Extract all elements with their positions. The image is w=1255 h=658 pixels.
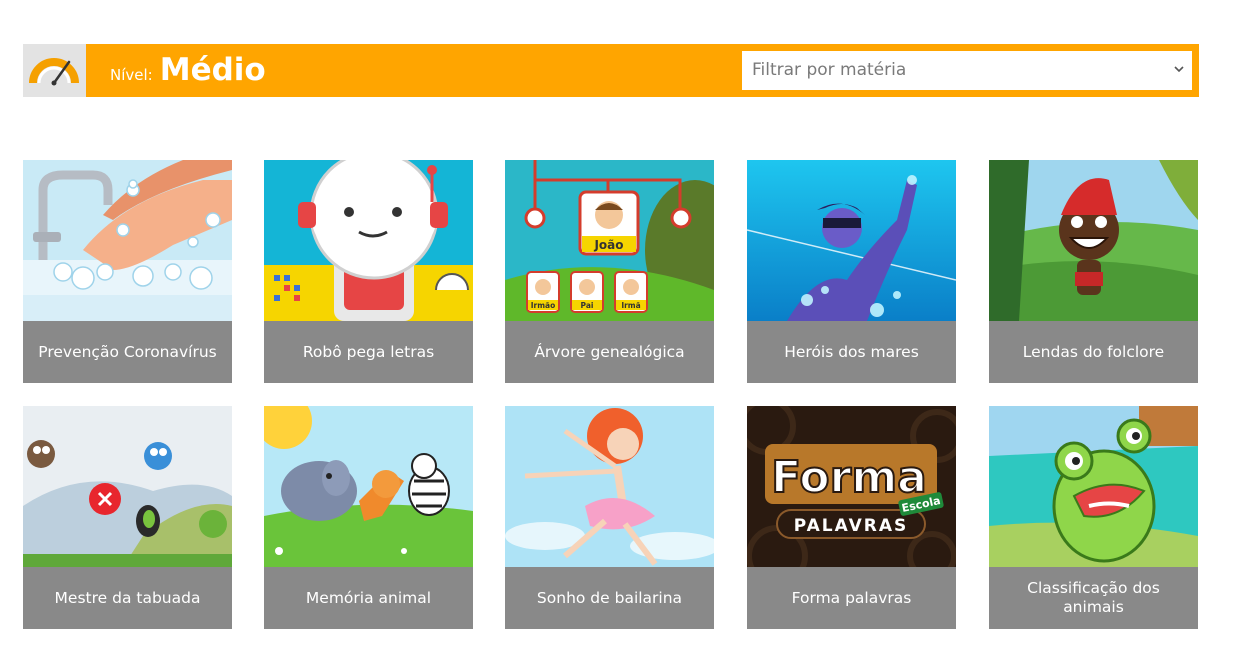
game-card-title: Lendas do folclore	[989, 321, 1198, 383]
family-tree-illustration: João Irmão Pai Irmã	[505, 160, 714, 321]
game-card-robo-pega-letras[interactable]: Robô pega letras	[264, 160, 473, 383]
level-value: Médio	[159, 52, 266, 88]
frog-illustration	[989, 406, 1198, 567]
hand-washing-illustration	[23, 160, 232, 321]
game-card-title: Mestre da tabuada	[23, 567, 232, 629]
game-card-title: Heróis dos mares	[747, 321, 956, 383]
game-card-lendas-do-folclore[interactable]: Lendas do folclore	[989, 160, 1198, 383]
filter-placeholder: Filtrar por matéria	[752, 60, 907, 80]
logo-subtitle: PALAVRAS	[794, 516, 909, 536]
game-card-forma-palavras[interactable]: Forma PALAVRAS Escola Forma palavras	[747, 406, 956, 629]
game-card-memoria-animal[interactable]: Memória animal	[264, 406, 473, 629]
subject-filter-select[interactable]: Filtrar por matéria	[742, 51, 1192, 90]
family-tree-label: Pai	[581, 301, 594, 310]
game-card-arvore-genealogica[interactable]: João Irmão Pai Irmã Árvore genealógica	[505, 160, 714, 383]
gauge-icon	[29, 58, 79, 86]
level-prefix: Nível:	[110, 66, 153, 84]
game-card-sonho-de-bailarina[interactable]: Sonho de bailarina	[505, 406, 714, 629]
game-card-title: Sonho de bailarina	[505, 567, 714, 629]
flying-birds-illustration	[23, 406, 232, 567]
family-tree-label: Irmã	[621, 301, 640, 310]
level-bar: Nível: Médio Filtrar por matéria	[23, 44, 1199, 97]
game-card-mestre-da-tabuada[interactable]: Mestre da tabuada	[23, 406, 232, 629]
game-card-title: Forma palavras	[747, 567, 956, 629]
saci-illustration	[989, 160, 1198, 321]
forma-palavras-logo: Forma PALAVRAS Escola	[747, 406, 956, 567]
game-card-herois-dos-mares[interactable]: Heróis dos mares	[747, 160, 956, 383]
game-card-title: Árvore genealógica	[505, 321, 714, 383]
robot-illustration	[264, 160, 473, 321]
family-tree-label: João	[593, 238, 623, 252]
chevron-down-icon	[1174, 66, 1184, 73]
sea-hero-illustration	[747, 160, 956, 321]
game-card-title: Robô pega letras	[264, 321, 473, 383]
logo-title: Forma	[771, 452, 927, 503]
game-card-title: Classificação dos animais	[989, 567, 1198, 629]
game-card-prevencao-coronavirus[interactable]: Prevenção Coronavírus	[23, 160, 232, 383]
level-heading: Nível: Médio	[110, 48, 266, 93]
family-tree-label: Irmão	[531, 301, 556, 310]
gauge-box	[23, 44, 86, 97]
animals-illustration	[264, 406, 473, 567]
game-card-title: Memória animal	[264, 567, 473, 629]
game-card-classificacao-dos-animais[interactable]: Classificação dos animais	[989, 406, 1198, 629]
game-card-title: Prevenção Coronavírus	[23, 321, 232, 383]
ballerina-illustration	[505, 406, 714, 567]
